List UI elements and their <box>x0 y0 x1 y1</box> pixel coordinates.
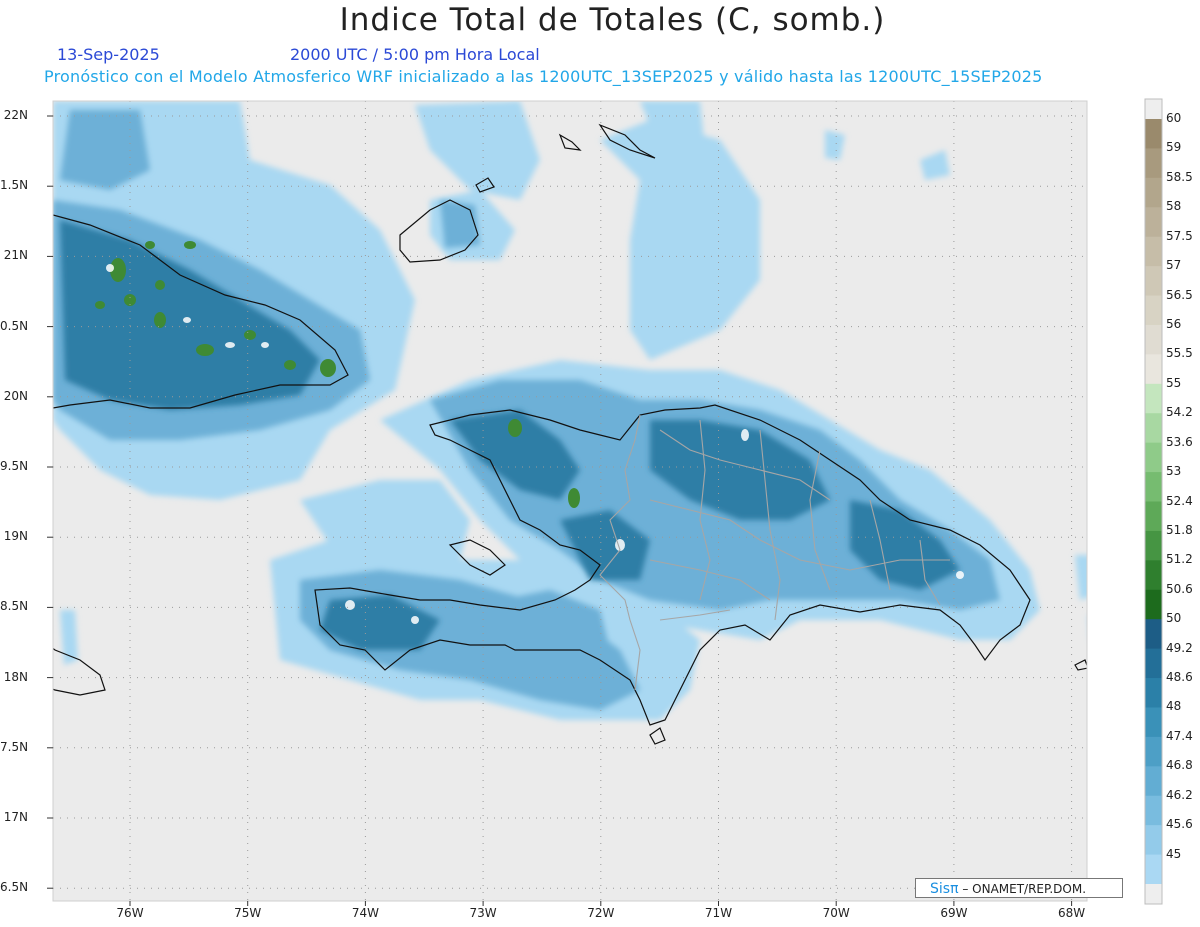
colorbar-swatch <box>1145 472 1162 502</box>
longitude-label: 72W <box>587 906 615 920</box>
latitude-label: 9.5N <box>0 459 29 473</box>
colorbar-label: 54.2 <box>1166 405 1193 420</box>
map-canvas <box>47 98 1163 906</box>
colorbar-swatch <box>1145 795 1162 826</box>
colorbar-label: 51.8 <box>1166 522 1193 537</box>
colorbar-swatch <box>1145 530 1162 561</box>
credit-pi-symbol: π <box>950 881 959 897</box>
longitude-label: 69W <box>940 906 968 920</box>
credit-text: – ONAMET/REP.DOM. <box>958 882 1087 896</box>
colorbar-swatch <box>1145 707 1162 738</box>
colorbar-swatch <box>1145 119 1162 149</box>
colorbar-label: 57 <box>1166 258 1182 273</box>
latitude-label: 6.5N <box>0 880 29 895</box>
colorbar-label: 55.5 <box>1166 346 1193 361</box>
colorbar-swatch <box>1145 619 1162 650</box>
colorbar-cap-bottom <box>1145 884 1162 904</box>
colorbar-label: 56 <box>1166 316 1182 331</box>
colorbar-label: 48.6 <box>1166 670 1193 685</box>
colorbar-label: 57.5 <box>1166 228 1193 243</box>
colorbar-swatch <box>1145 207 1162 238</box>
colorbar-swatch <box>1145 354 1162 385</box>
longitude-label: 70W <box>822 906 850 920</box>
latitude-label: 7.5N <box>0 739 29 754</box>
colorbar-swatch <box>1145 324 1162 355</box>
colorbar-swatch <box>1145 854 1162 885</box>
longitude-label: 75W <box>234 906 262 920</box>
latitude-label: 20N <box>3 388 28 403</box>
colorbar-label: 45 <box>1166 846 1182 861</box>
colorbar-swatch <box>1145 589 1162 620</box>
colorbar-label: 58.5 <box>1166 169 1193 184</box>
colorbar-label: 46.8 <box>1166 758 1193 773</box>
colorbar-swatch <box>1145 295 1162 326</box>
colorbar-label: 60 <box>1166 111 1182 125</box>
colorbar-swatch <box>1145 383 1162 414</box>
colorbar-swatch <box>1145 766 1162 797</box>
latitude-label: 18N <box>3 669 28 684</box>
latitude-label: 21N <box>3 248 28 263</box>
colorbar-label: 53.6 <box>1166 434 1193 449</box>
longitude-label: 73W <box>469 906 497 920</box>
latitude-label: 0.5N <box>0 318 29 333</box>
colorbar-label: 50.6 <box>1166 581 1193 596</box>
latitude-label: 17N <box>3 810 28 824</box>
colorbar-label: 59 <box>1166 140 1182 155</box>
colorbar-swatch <box>1145 413 1162 444</box>
longitude-label: 76W <box>116 906 144 920</box>
colorbar-swatch <box>1145 678 1162 708</box>
colorbar-label: 52.4 <box>1166 493 1193 508</box>
colorbar <box>1145 99 1162 904</box>
colorbar-label: 53 <box>1166 464 1182 479</box>
colorbar-swatch <box>1145 266 1162 297</box>
colorbar-swatch <box>1145 236 1162 267</box>
latitude-label: 1.5N <box>0 178 29 193</box>
colorbar-swatch <box>1145 736 1162 767</box>
colorbar-swatch <box>1145 148 1162 179</box>
colorbar-swatch <box>1145 560 1162 591</box>
longitude-label: 74W <box>351 906 379 920</box>
latitude-label: 22N <box>3 108 28 122</box>
longitude-label: 71W <box>704 906 733 920</box>
colorbar-label: 56.5 <box>1166 287 1193 302</box>
credit-box: Sisπ – ONAMET/REP.DOM. <box>915 878 1123 898</box>
latitude-label: 19N <box>3 529 28 544</box>
colorbar-label: 45.6 <box>1166 817 1193 832</box>
latitude-label: 8.5N <box>0 599 29 614</box>
colorbar-label: 55 <box>1166 375 1182 390</box>
colorbar-label: 48 <box>1166 699 1182 714</box>
colorbar-label: 51.2 <box>1166 552 1193 567</box>
colorbar-label: 46.2 <box>1166 787 1193 802</box>
colorbar-swatch <box>1145 648 1162 679</box>
colorbar-label: 58 <box>1166 199 1182 214</box>
colorbar-swatch <box>1145 177 1162 208</box>
colorbar-label: 47.4 <box>1166 728 1193 743</box>
colorbar-cap-top <box>1145 99 1162 119</box>
credit-sis: Sis <box>930 881 951 897</box>
colorbar-swatch <box>1145 442 1162 473</box>
colorbar-swatch <box>1145 501 1162 532</box>
colorbar-label: 49.2 <box>1166 640 1193 655</box>
colorbar-swatch <box>1145 825 1162 856</box>
colorbar-label: 50 <box>1166 611 1182 626</box>
longitude-label: 68W <box>1058 906 1086 920</box>
